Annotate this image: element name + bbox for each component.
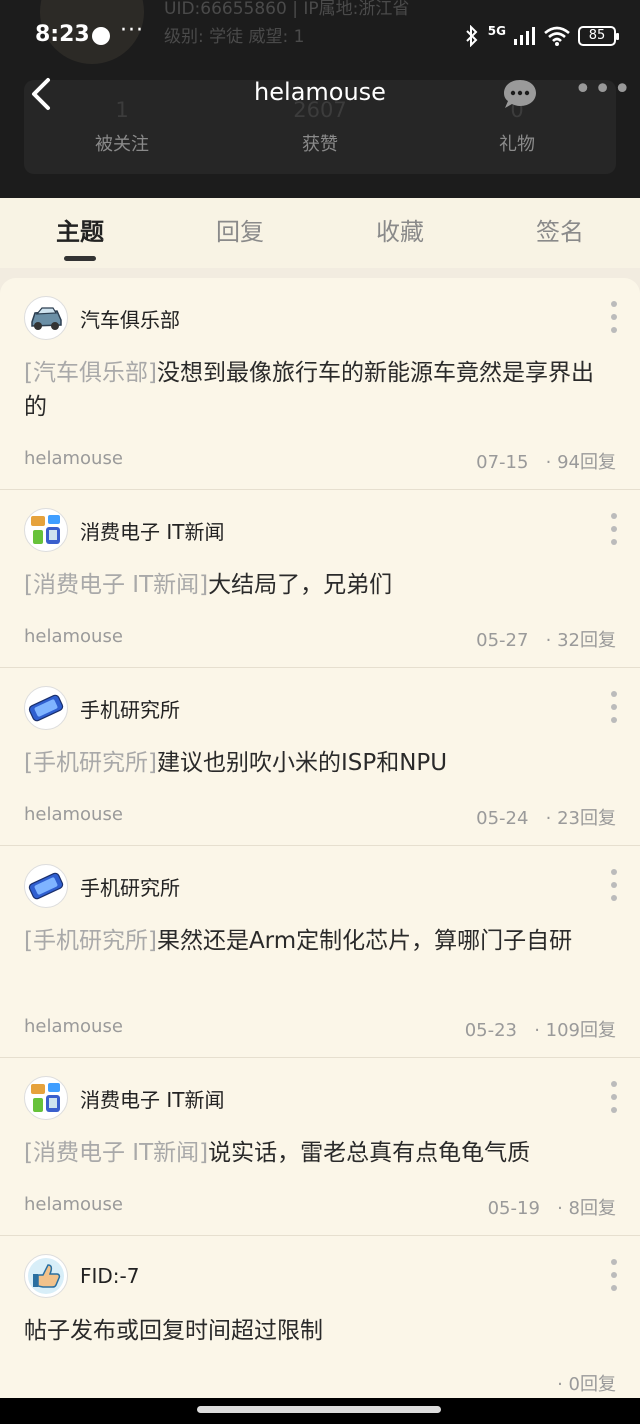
post-menu-icon[interactable] — [610, 1258, 618, 1292]
tab-replies[interactable]: 回复 — [190, 212, 290, 247]
post-item[interactable]: 手机研究所 [手机研究所]建议也别吹小米的ISP和NPU helamouse 0… — [0, 668, 640, 846]
phone-icon — [24, 864, 68, 908]
post-title[interactable]: [消费电子 IT新闻]大结局了，兄弟们 — [24, 568, 612, 602]
post-item[interactable]: 汽车俱乐部 [汽车俱乐部]没想到最像旅行车的新能源车竟然是享界出的 helamo… — [0, 278, 640, 490]
forum-tag: [手机研究所] — [24, 928, 157, 954]
forum-link[interactable]: 手机研究所 — [24, 864, 180, 908]
post-title[interactable]: [消费电子 IT新闻]说实话，雷老总真有点龟龟气质 — [24, 1136, 612, 1170]
forum-link[interactable]: 手机研究所 — [24, 686, 180, 730]
more-options-icon[interactable]: ••• — [574, 72, 633, 107]
notification-dot-icon — [92, 27, 110, 45]
forum-tag: [消费电子 IT新闻] — [24, 1140, 209, 1166]
status-bar: 8:23 ··· 5G 85 — [0, 0, 640, 70]
wifi-icon — [544, 26, 570, 46]
forum-tag: [消费电子 IT新闻] — [24, 572, 209, 598]
post-title[interactable]: [汽车俱乐部]没想到最像旅行车的新能源车竟然是享界出的 — [24, 356, 612, 424]
reply-count: · 23回复 — [545, 808, 616, 829]
post-menu-icon[interactable] — [610, 1080, 618, 1114]
profile-tabs: 主题 回复 收藏 签名 — [0, 198, 640, 268]
post-author[interactable]: helamouse — [24, 448, 123, 469]
post-menu-icon[interactable] — [610, 690, 618, 724]
post-title[interactable]: [手机研究所]果然还是Arm定制化芯片，算哪门子自研 — [24, 924, 612, 958]
post-list-container: 汽车俱乐部 [汽车俱乐部]没想到最像旅行车的新能源车竟然是享界出的 helamo… — [0, 278, 640, 1406]
chat-bubble-icon[interactable] — [500, 74, 540, 114]
status-icons: 5G 85 — [464, 24, 619, 48]
post-date: 05-27 — [476, 630, 529, 651]
bluetooth-icon — [466, 25, 478, 47]
post-menu-icon[interactable] — [610, 868, 618, 902]
battery-icon: 85 — [578, 26, 619, 46]
page-title: helamouse — [254, 78, 386, 106]
post-item[interactable]: 手机研究所 [手机研究所]果然还是Arm定制化芯片，算哪门子自研 helamou… — [0, 846, 640, 1058]
post-item[interactable]: 消费电子 IT新闻 [消费电子 IT新闻]说实话，雷老总真有点龟龟气质 hela… — [0, 1058, 640, 1236]
active-tab-indicator — [64, 256, 96, 261]
post-author[interactable]: helamouse — [24, 804, 123, 825]
electronics-icon — [24, 1076, 68, 1120]
electronics-icon — [24, 508, 68, 552]
post-date: 07-15 — [476, 452, 529, 473]
post-author[interactable]: helamouse — [24, 626, 123, 647]
home-indicator[interactable] — [197, 1406, 441, 1413]
reply-count: · 8回复 — [557, 1198, 616, 1219]
forum-tag: [汽车俱乐部] — [24, 360, 157, 386]
post-author[interactable]: helamouse — [24, 1016, 123, 1037]
post-date: 05-23 — [464, 1020, 518, 1041]
post-menu-icon[interactable] — [610, 300, 618, 334]
post-date: 05-24 — [476, 808, 529, 829]
post-menu-icon[interactable] — [610, 512, 618, 546]
post-list: 汽车俱乐部 [汽车俱乐部]没想到最像旅行车的新能源车竟然是享界出的 helamo… — [0, 268, 640, 1408]
tab-topics[interactable]: 主题 — [30, 212, 130, 247]
reply-count: · 32回复 — [545, 630, 616, 651]
post-date: 05-19 — [487, 1198, 540, 1219]
reply-count: · 0回复 — [557, 1374, 616, 1395]
reply-count: · 109回复 — [534, 1020, 616, 1041]
network-label: 5G — [487, 24, 506, 38]
forum-tag: [手机研究所] — [24, 750, 157, 776]
tab-signature[interactable]: 签名 — [510, 212, 610, 247]
reply-count: · 94回复 — [545, 452, 616, 473]
signal-icon — [514, 27, 535, 45]
post-title[interactable]: 帖子发布或回复时间超过限制 — [24, 1314, 612, 1348]
system-nav-bar — [0, 1398, 640, 1424]
status-more: ··· — [120, 18, 144, 43]
forum-link[interactable]: FID:-7 — [24, 1254, 139, 1298]
status-time: 8:23 — [35, 22, 90, 47]
thumbs-up-icon — [24, 1254, 68, 1298]
phone-icon — [24, 686, 68, 730]
post-item[interactable]: 消费电子 IT新闻 [消费电子 IT新闻]大结局了，兄弟们 helamouse … — [0, 490, 640, 668]
forum-link[interactable]: 消费电子 IT新闻 — [24, 1076, 224, 1120]
post-author[interactable]: helamouse — [24, 1194, 123, 1215]
car-icon — [24, 296, 68, 340]
post-item[interactable]: FID:-7 帖子发布或回复时间超过限制 · 0回复 — [0, 1236, 640, 1406]
nav-bar: helamouse ••• — [0, 70, 640, 120]
post-title[interactable]: [手机研究所]建议也别吹小米的ISP和NPU — [24, 746, 612, 780]
tab-favorites[interactable]: 收藏 — [350, 212, 450, 247]
forum-link[interactable]: 汽车俱乐部 — [24, 296, 180, 340]
forum-link[interactable]: 消费电子 IT新闻 — [24, 508, 224, 552]
